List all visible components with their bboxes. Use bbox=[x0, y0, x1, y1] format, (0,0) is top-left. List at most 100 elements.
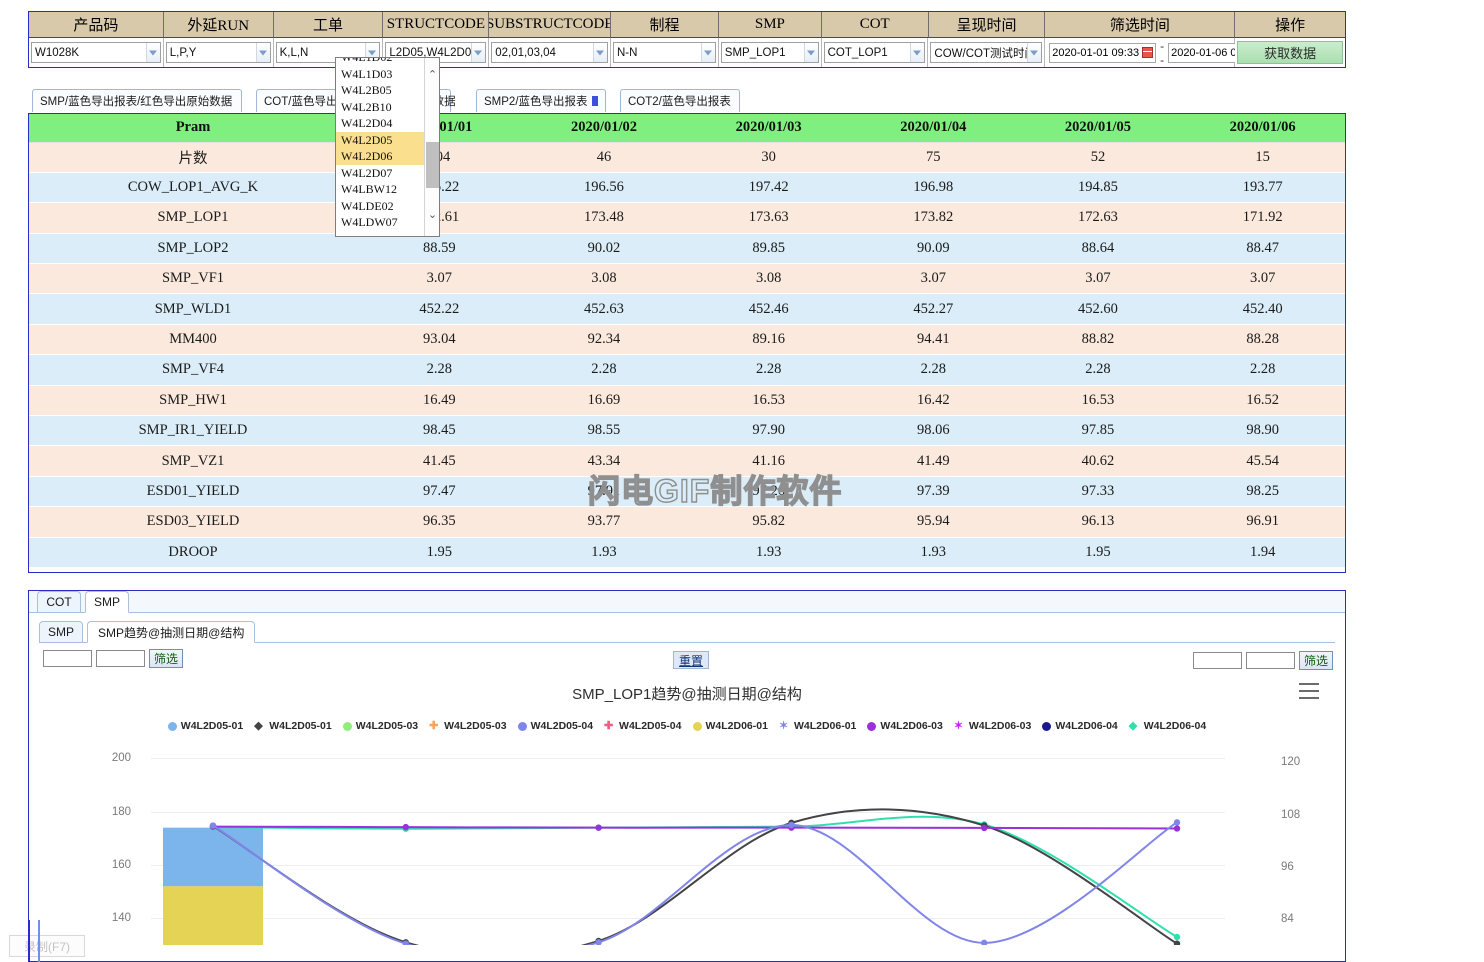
table-cell: 96.35 bbox=[357, 506, 522, 538]
header-operation: 操作 bbox=[1235, 12, 1346, 38]
table-row: SMP_LOP2 88.59 90.02 89.85 90.09 88.64 88.47 bbox=[29, 233, 1345, 265]
right-filter-input-1[interactable] bbox=[1192, 652, 1242, 669]
epi-run-select[interactable]: L,P,Y bbox=[165, 42, 271, 63]
y-axis-tick-right: 120 bbox=[1281, 756, 1301, 769]
chart-data-point bbox=[981, 939, 988, 945]
y-axis-tick-left: 160 bbox=[111, 859, 131, 871]
tab-smp[interactable]: SMP bbox=[85, 591, 129, 613]
table-cell: 16.52 bbox=[1180, 385, 1345, 417]
process-value: N-N bbox=[616, 46, 638, 59]
legend-item[interactable]: W4L2D06-03 bbox=[867, 720, 943, 732]
calendar-icon[interactable] bbox=[1142, 47, 1154, 58]
dropdown-option[interactable]: W4LDW07 bbox=[336, 214, 426, 231]
present-time-select[interactable]: COW/COT测试时间 bbox=[930, 42, 1043, 63]
process-select[interactable]: N-N bbox=[612, 42, 716, 63]
substructcode-select[interactable]: 02,01,03,04 bbox=[491, 42, 608, 63]
table-cell: 3.08 bbox=[686, 263, 851, 295]
table-cell: 1.93 bbox=[521, 537, 687, 568]
legend-item[interactable]: ✶ W4L2D06-01 bbox=[779, 720, 856, 732]
dropdown-option[interactable]: W4L2B10 bbox=[336, 99, 426, 116]
inner-tab-smp[interactable]: SMP bbox=[39, 621, 83, 643]
table-cell: 88.28 bbox=[1180, 324, 1345, 356]
table-column-header: 2020/01/05 bbox=[1015, 114, 1181, 143]
dropdown-option[interactable]: W4LDE02 bbox=[336, 198, 426, 215]
tab-cot[interactable]: COT bbox=[37, 591, 81, 613]
table-cell: 16.53 bbox=[1015, 385, 1181, 417]
legend-item[interactable]: W4L2D05-04 bbox=[517, 720, 593, 732]
chart-menu-icon[interactable] bbox=[1299, 683, 1319, 699]
table-cell: 96.91 bbox=[1180, 506, 1345, 538]
legend-label: W4L2D06-04 bbox=[1055, 720, 1118, 732]
table-cell: 173.63 bbox=[686, 202, 851, 234]
table-row: COW_LOP1_AVG_K195.22196.56197.42196.9819… bbox=[29, 172, 1345, 204]
dropdown-option[interactable]: W4L2D04 bbox=[336, 115, 426, 132]
legend-item[interactable]: ◆ W4L2D05-01 bbox=[254, 720, 331, 732]
legend-item[interactable]: W4L2D05-03 bbox=[342, 720, 418, 732]
legend-item[interactable]: ✚ W4L2D05-04 bbox=[604, 720, 681, 732]
right-filter-input-2[interactable] bbox=[1245, 652, 1295, 669]
export-button[interactable]: COT2/蓝色导出报表 bbox=[620, 89, 740, 112]
scrollbar-thumb[interactable] bbox=[426, 142, 439, 188]
right-filter-button[interactable]: 筛选 bbox=[1298, 651, 1333, 670]
structcode-dropdown-list[interactable]: W4L1D02 W4L1D03 W4L2B05 W4L2B10 W4L2D04 W4L2D… bbox=[335, 57, 440, 237]
cot-select[interactable]: COT_LOP1 bbox=[823, 42, 926, 63]
table-cell: 196.98 bbox=[850, 172, 1016, 204]
legend-item[interactable]: ✚ W4L2D05-03 bbox=[429, 720, 506, 732]
table-row-label: SMP_VF1 bbox=[29, 263, 357, 295]
date-from-input[interactable]: 2020-01-01 09:33 bbox=[1049, 42, 1157, 63]
table-row-label: COW_LOP1_AVG_K bbox=[29, 172, 357, 204]
legend-item[interactable]: ✶ W4L2D06-03 bbox=[954, 720, 1031, 732]
dropdown-option[interactable]: W4L2D07 bbox=[336, 165, 426, 182]
legend-item[interactable]: ◆ W4L2D06-04 bbox=[1129, 720, 1206, 732]
table-row-label: 片数 bbox=[29, 142, 357, 173]
dropdown-option[interactable]: W4LBW12 bbox=[336, 181, 426, 198]
dropdown-option[interactable]: W4L1D03 bbox=[336, 66, 426, 83]
legend-label: W4L2D05-01 bbox=[269, 720, 332, 732]
legend-item[interactable]: W4L2D06-04 bbox=[1042, 720, 1118, 732]
table-cell: 98.90 bbox=[1180, 415, 1345, 447]
table-cell: 95.82 bbox=[686, 506, 851, 538]
table-cell: 2.28 bbox=[850, 354, 1016, 386]
export-button[interactable]: SMP/蓝色导出报表/红色导出原始数据 bbox=[32, 89, 242, 112]
dropdown-option[interactable]: W4L1D02 bbox=[336, 58, 426, 66]
blue-swatch-icon[interactable] bbox=[591, 96, 598, 106]
left-filter-input-2[interactable] bbox=[96, 650, 145, 667]
dropdown-option[interactable]: W4L2D06 bbox=[336, 148, 426, 165]
y-axis-tick-left: 200 bbox=[111, 752, 131, 765]
table-column-header: 2020/01/02 bbox=[521, 114, 687, 143]
scroll-up-icon[interactable]: ⌃ bbox=[425, 66, 439, 82]
export-button[interactable]: SMP2/蓝色导出报表 bbox=[476, 89, 606, 112]
table-cell: 98.45 bbox=[357, 415, 522, 447]
table-row: SMP_VZ1 41.45 43.34 41.16 41.49 40.62 45.54 bbox=[29, 445, 1345, 477]
table-cell: 95.94 bbox=[850, 506, 1016, 538]
scroll-down-icon[interactable]: ⌄ bbox=[425, 206, 439, 222]
table-cell: 46 bbox=[521, 142, 687, 173]
cell-filter-time: 2020-01-01 09:33 -- 2020-01-06 09:34 bbox=[1045, 38, 1275, 67]
header-epi-run: 外延RUN bbox=[163, 12, 274, 38]
table-row-label: ESD03_YIELD bbox=[29, 506, 357, 538]
y-axis-tick-right: 108 bbox=[1281, 808, 1301, 821]
product-code-select[interactable]: W1028K bbox=[31, 42, 161, 63]
chart-legend: W4L2D05-01 ◆ W4L2D05-01 W4L2D05-03 ✚ W4L2D05-… bbox=[41, 720, 1333, 732]
reset-button[interactable]: 重置 bbox=[673, 651, 710, 669]
left-filter-button[interactable]: 筛选 bbox=[149, 649, 184, 668]
date-range-group: 2020-01-01 09:33 -- 2020-01-06 09:34 bbox=[1047, 39, 1275, 67]
table-cell: 1.95 bbox=[1015, 537, 1181, 568]
dropdown-option[interactable]: W4L2B05 bbox=[336, 82, 426, 99]
legend-item[interactable]: W4L2D05-01 bbox=[167, 720, 243, 732]
left-filter-input-1[interactable] bbox=[43, 650, 92, 667]
recorder-button[interactable]: 录制(F7) bbox=[9, 935, 85, 957]
table-cell: 93.77 bbox=[521, 506, 687, 538]
dropdown-scrollbar[interactable]: ⌃ ⌄ bbox=[424, 58, 439, 236]
dropdown-options[interactable]: W4L1D02 W4L1D03 W4L2B05 W4L2B10 W4L2D04 W4L2D… bbox=[336, 58, 426, 231]
get-data-button[interactable]: 获取数据 bbox=[1237, 41, 1344, 64]
legend-item[interactable]: W4L2D06-01 bbox=[692, 720, 768, 732]
table-cell: 3.07 bbox=[357, 263, 522, 295]
dropdown-option[interactable]: W4L2D05 bbox=[336, 131, 426, 148]
chart-bar bbox=[163, 827, 263, 887]
chevron-down-glyph bbox=[595, 50, 604, 55]
chart-data-point bbox=[981, 824, 988, 832]
smp-select[interactable]: SMP_LOP1 bbox=[720, 42, 819, 63]
inner-tab-smp-trend[interactable]: SMP趋势@抽测日期@结构 bbox=[87, 621, 256, 643]
outer-tab-strip: COT SMP bbox=[29, 591, 1345, 613]
